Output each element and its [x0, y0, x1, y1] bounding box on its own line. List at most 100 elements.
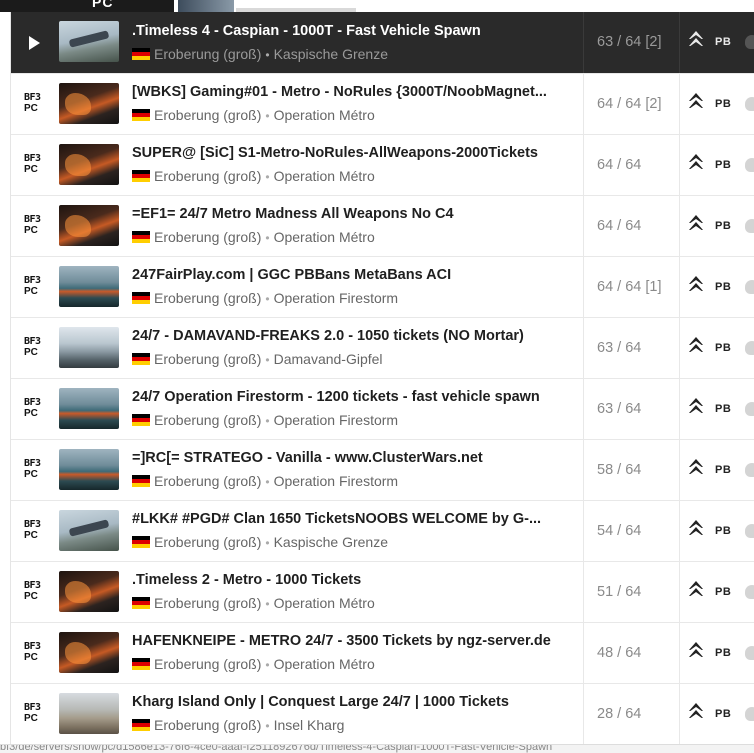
flag-de-icon [132, 719, 150, 731]
column-divider [679, 74, 680, 134]
game-mode: Eroberung (groß) [154, 717, 262, 733]
flag-de-icon [132, 414, 150, 426]
game-icon: BF3 PC [24, 519, 41, 541]
skull-icon [745, 219, 754, 233]
player-count: 64 / 64 [1] [597, 279, 662, 295]
map-name: Operation Firestorm [273, 290, 399, 306]
skull-icon [745, 35, 754, 49]
skull-icon [745, 707, 754, 721]
skull-icon [745, 402, 754, 416]
game-mode: Eroberung (groß) [154, 412, 262, 428]
punkbuster-badge: PB [715, 159, 732, 171]
server-name[interactable]: 247FairPlay.com | GGC PBBans MetaBans AC… [132, 267, 572, 283]
game-mode: Eroberung (groß) [154, 656, 262, 672]
server-name[interactable]: SUPER@ [SiC] S1-Metro-NoRules-AllWeapons… [132, 145, 572, 161]
server-row[interactable]: BF3 PC 247FairPlay.com | GGC PBBans MetaB… [11, 257, 754, 318]
column-divider [679, 623, 680, 683]
server-row[interactable]: BF3 PC #LKK# #PGD# Clan 1650 TicketsNOOBS… [11, 501, 754, 562]
column-divider [583, 196, 584, 256]
game-icon: BF3 PC [24, 397, 41, 419]
flag-de-icon [132, 475, 150, 487]
server-details: Eroberung (groß) • Kaspische Grenze [132, 534, 388, 550]
map-name: Operation Firestorm [273, 473, 399, 489]
flag-de-icon [132, 658, 150, 670]
rank-chevron-icon [689, 31, 703, 51]
server-row[interactable]: BF3 PC HAFENKNEIPE - METRO 24/7 - 3500 Ti… [11, 623, 754, 684]
flag-de-icon [132, 170, 150, 182]
game-mode: Eroberung (groß) [154, 290, 262, 306]
server-name[interactable]: 24/7 Operation Firestorm - 1200 tickets … [132, 389, 572, 405]
map-thumbnail [59, 266, 119, 307]
server-name[interactable]: 24/7 - DAMAVAND-FREAKS 2.0 - 1050 ticket… [132, 328, 572, 344]
column-divider [679, 501, 680, 561]
column-divider [583, 257, 584, 317]
column-divider [679, 684, 680, 744]
game-mode: Eroberung (groß) [154, 46, 262, 62]
server-row[interactable]: BF3 PC =]RC[= STRATEGO - Vanilla - www.Cl… [11, 440, 754, 501]
game-icon: BF3 PC [24, 153, 41, 175]
server-name[interactable]: =EF1= 24/7 Metro Madness All Weapons No … [132, 206, 572, 222]
server-name[interactable]: Kharg Island Only | Conquest Large 24/7 … [132, 694, 572, 710]
server-name[interactable]: #LKK# #PGD# Clan 1650 TicketsNOOBS WELCO… [132, 511, 572, 527]
game-icon: BF3 PC [24, 702, 41, 724]
game-icon: BF3 PC [24, 458, 41, 480]
server-details: Eroberung (groß) • Operation Firestorm [132, 473, 398, 489]
server-row[interactable]: BF3 PC =EF1= 24/7 Metro Madness All Weapo… [11, 196, 754, 257]
map-name: Kaspische Grenze [273, 46, 388, 62]
platform-label: PC [92, 0, 114, 10]
rank-chevron-icon [689, 215, 703, 235]
game-icon: BF3 PC [24, 336, 41, 358]
server-row[interactable]: .Timeless 4 - Caspian - 1000T - Fast Veh… [11, 12, 754, 74]
server-row[interactable]: BF3 PC 24/7 Operation Firestorm - 1200 ti… [11, 379, 754, 440]
column-divider [679, 135, 680, 195]
player-count: 63 / 64 [2] [597, 34, 662, 50]
rank-chevron-icon [689, 642, 703, 662]
server-row[interactable]: BF3 PC [WBKS] Gaming#01 - Metro - NoRules… [11, 74, 754, 135]
game-mode: Eroberung (groß) [154, 229, 262, 245]
rank-chevron-icon [689, 703, 703, 723]
server-details: Eroberung (groß) • Operation Métro [132, 229, 375, 245]
map-thumbnail [59, 388, 119, 429]
server-row[interactable]: BF3 PC SUPER@ [SiC] S1-Metro-NoRules-AllW… [11, 135, 754, 196]
map-thumbnail [59, 693, 119, 734]
column-divider [583, 135, 584, 195]
map-name: Operation Métro [273, 107, 375, 123]
column-divider [583, 12, 584, 73]
column-divider [583, 501, 584, 561]
server-row[interactable]: BF3 PC .Timeless 2 - Metro - 1000 Tickets… [11, 562, 754, 623]
game-mode: Eroberung (groß) [154, 473, 262, 489]
server-row[interactable]: BF3 PC 24/7 - DAMAVAND-FREAKS 2.0 - 1050 … [11, 318, 754, 379]
punkbuster-badge: PB [715, 525, 732, 537]
server-details: Eroberung (groß) • Operation Métro [132, 168, 375, 184]
rank-chevron-icon [689, 581, 703, 601]
punkbuster-badge: PB [715, 281, 732, 293]
server-name[interactable]: [WBKS] Gaming#01 - Metro - NoRules {3000… [132, 84, 572, 100]
server-name[interactable]: =]RC[= STRATEGO - Vanilla - www.ClusterW… [132, 450, 572, 466]
game-icon: BF3 PC [24, 92, 41, 114]
player-count: 63 / 64 [597, 340, 642, 356]
server-name[interactable]: HAFENKNEIPE - METRO 24/7 - 3500 Tickets … [132, 633, 572, 649]
skull-icon [745, 463, 754, 477]
column-divider [679, 440, 680, 500]
server-name[interactable]: .Timeless 2 - Metro - 1000 Tickets [132, 572, 572, 588]
game-icon: BF3 PC [24, 214, 41, 236]
skull-icon [745, 280, 754, 294]
server-row[interactable]: BF3 PC Kharg Island Only | Conquest Large… [11, 684, 754, 745]
player-count: 64 / 64 [597, 157, 642, 173]
player-count: 64 / 64 [2] [597, 96, 662, 112]
game-icon: BF3 PC [24, 641, 41, 663]
server-details: Eroberung (groß) • Operation Métro [132, 107, 375, 123]
column-divider [679, 562, 680, 622]
flag-de-icon [132, 48, 150, 60]
punkbuster-badge: PB [715, 647, 732, 659]
header-thumbnail [178, 0, 234, 12]
server-details: Eroberung (groß) • Insel Kharg [132, 717, 344, 733]
map-name: Operation Métro [273, 229, 375, 245]
server-name[interactable]: .Timeless 4 - Caspian - 1000T - Fast Veh… [132, 23, 572, 39]
map-name: Kaspische Grenze [273, 534, 388, 550]
play-icon[interactable] [29, 36, 40, 50]
game-mode: Eroberung (groß) [154, 168, 262, 184]
server-details: Eroberung (groß) • Damavand-Gipfel [132, 351, 383, 367]
map-thumbnail [59, 205, 119, 246]
flag-de-icon [132, 536, 150, 548]
